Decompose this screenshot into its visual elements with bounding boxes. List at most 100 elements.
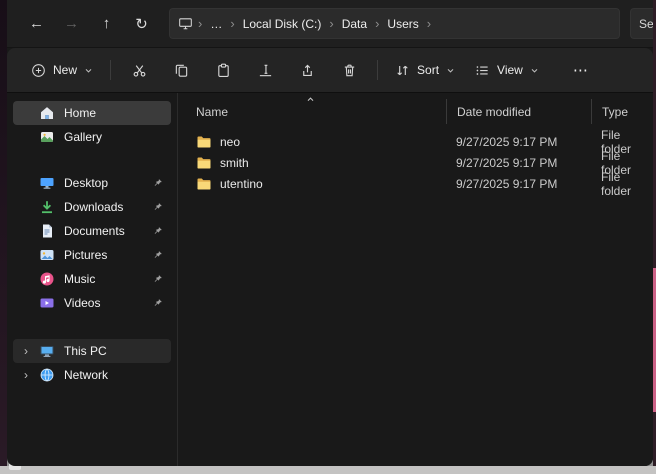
expand-chevron-icon[interactable]: ›	[21, 368, 31, 382]
sidebar-item-label: Network	[64, 368, 108, 382]
expand-chevron-icon[interactable]: ›	[21, 344, 31, 358]
pin-icon	[153, 226, 163, 236]
copy-button[interactable]	[160, 54, 202, 86]
pin-icon	[153, 274, 163, 284]
sidebar-spacer	[13, 149, 171, 171]
sidebar-item-label: This PC	[64, 344, 107, 358]
folder-icon	[196, 134, 212, 150]
column-headers: Name Date modified Type	[178, 99, 653, 124]
chevron-right-icon: ›	[426, 17, 432, 30]
sidebar-item-home[interactable]: Home	[13, 101, 171, 125]
pictures-icon	[39, 247, 55, 263]
file-type: File folder	[591, 170, 653, 198]
sidebar-item-documents[interactable]: Documents	[13, 219, 171, 243]
back-button[interactable]: ←	[19, 9, 54, 39]
sidebar-item-music[interactable]: Music	[13, 267, 171, 291]
background-bottom-strip	[0, 466, 656, 474]
column-header-name[interactable]: Name	[178, 99, 446, 124]
search-input[interactable]: Se	[630, 8, 653, 39]
column-header-label: Name	[196, 105, 228, 119]
sidebar-item-label: Gallery	[64, 130, 102, 144]
breadcrumb-overflow-button[interactable]: …	[203, 12, 229, 35]
command-bar: New	[7, 48, 653, 93]
breadcrumb-users[interactable]: Users	[380, 12, 425, 35]
background-left-strip	[0, 0, 7, 466]
chevron-down-icon	[446, 66, 455, 75]
view-button[interactable]: View	[465, 54, 549, 86]
folder-icon	[196, 176, 212, 192]
sidebar-item-label: Desktop	[64, 176, 108, 190]
copy-icon	[174, 63, 189, 78]
file-list-pane: Name Date modified Type	[177, 93, 653, 466]
column-header-type[interactable]: Type	[591, 99, 653, 124]
window-body: Home Gallery Desktop	[7, 93, 653, 466]
toolbar-divider	[377, 60, 378, 80]
up-button[interactable]: ↑	[89, 9, 124, 39]
this-pc-icon	[39, 343, 55, 359]
back-arrow-icon: ←	[29, 15, 44, 32]
home-icon	[39, 105, 55, 121]
sidebar-item-pictures[interactable]: Pictures	[13, 243, 171, 267]
file-row[interactable]: utentino 9/27/2025 9:17 PM File folder	[178, 170, 653, 191]
sidebar-item-downloads[interactable]: Downloads	[13, 195, 171, 219]
refresh-icon: ↻	[135, 15, 148, 33]
network-icon	[39, 367, 55, 383]
sidebar-item-label: Music	[64, 272, 95, 286]
desktop-background: ← → ↑ ↻ › … › Local Disk (C:) › Data › U…	[0, 0, 656, 474]
documents-icon	[39, 223, 55, 239]
forward-arrow-icon: →	[64, 15, 79, 32]
sidebar-item-label: Videos	[64, 296, 100, 310]
delete-button[interactable]	[328, 54, 370, 86]
share-icon	[300, 63, 315, 78]
videos-icon	[39, 295, 55, 311]
more-options-button[interactable]: ⋯	[565, 54, 597, 86]
navigation-bar: ← → ↑ ↻ › … › Local Disk (C:) › Data › U…	[7, 0, 653, 48]
sort-button[interactable]: Sort	[385, 54, 465, 86]
column-header-label: Type	[602, 105, 628, 119]
music-icon	[39, 271, 55, 287]
rename-button[interactable]	[244, 54, 286, 86]
cut-button[interactable]	[118, 54, 160, 86]
refresh-button[interactable]: ↻	[124, 9, 159, 39]
rename-icon	[258, 63, 273, 78]
sidebar-item-label: Pictures	[64, 248, 107, 262]
pin-icon	[153, 298, 163, 308]
file-rows: neo 9/27/2025 9:17 PM File folder smith …	[178, 128, 653, 191]
sidebar-item-network[interactable]: › Network	[13, 363, 171, 387]
breadcrumb-data[interactable]: Data	[335, 12, 374, 35]
sidebar-item-label: Downloads	[64, 200, 123, 214]
forward-button[interactable]: →	[54, 9, 89, 39]
clipboard-icon	[216, 63, 231, 78]
sidebar-item-desktop[interactable]: Desktop	[13, 171, 171, 195]
file-name: utentino	[220, 177, 263, 191]
file-date-modified: 9/27/2025 9:17 PM	[446, 135, 591, 149]
scissors-icon	[132, 63, 147, 78]
sidebar-item-label: Home	[64, 106, 96, 120]
breadcrumb-local-disk[interactable]: Local Disk (C:)	[236, 12, 329, 35]
new-button-label: New	[53, 63, 77, 77]
share-button[interactable]	[286, 54, 328, 86]
chevron-down-icon	[530, 66, 539, 75]
downloads-icon	[39, 199, 55, 215]
file-date-modified: 9/27/2025 9:17 PM	[446, 177, 591, 191]
column-header-date-modified[interactable]: Date modified	[446, 99, 591, 124]
trash-icon	[342, 63, 357, 78]
sidebar-item-this-pc[interactable]: › This PC	[13, 339, 171, 363]
chevron-down-icon	[84, 66, 93, 75]
sort-arrows-icon	[395, 63, 410, 78]
desktop-icon	[39, 175, 55, 191]
file-row[interactable]: smith 9/27/2025 9:17 PM File folder	[178, 149, 653, 170]
sidebar-spacer	[13, 315, 171, 339]
this-pc-icon	[178, 16, 193, 31]
sidebar-item-gallery[interactable]: Gallery	[13, 125, 171, 149]
sidebar-item-videos[interactable]: Videos	[13, 291, 171, 315]
file-row[interactable]: neo 9/27/2025 9:17 PM File folder	[178, 128, 653, 149]
address-bar[interactable]: › … › Local Disk (C:) › Data › Users ›	[169, 8, 620, 39]
paste-button[interactable]	[202, 54, 244, 86]
gallery-icon	[39, 129, 55, 145]
chevron-right-icon: ›	[229, 17, 235, 30]
sidebar: Home Gallery Desktop	[7, 93, 177, 466]
new-button[interactable]: New	[21, 54, 103, 86]
toolbar-divider	[110, 60, 111, 80]
file-name: smith	[220, 156, 249, 170]
